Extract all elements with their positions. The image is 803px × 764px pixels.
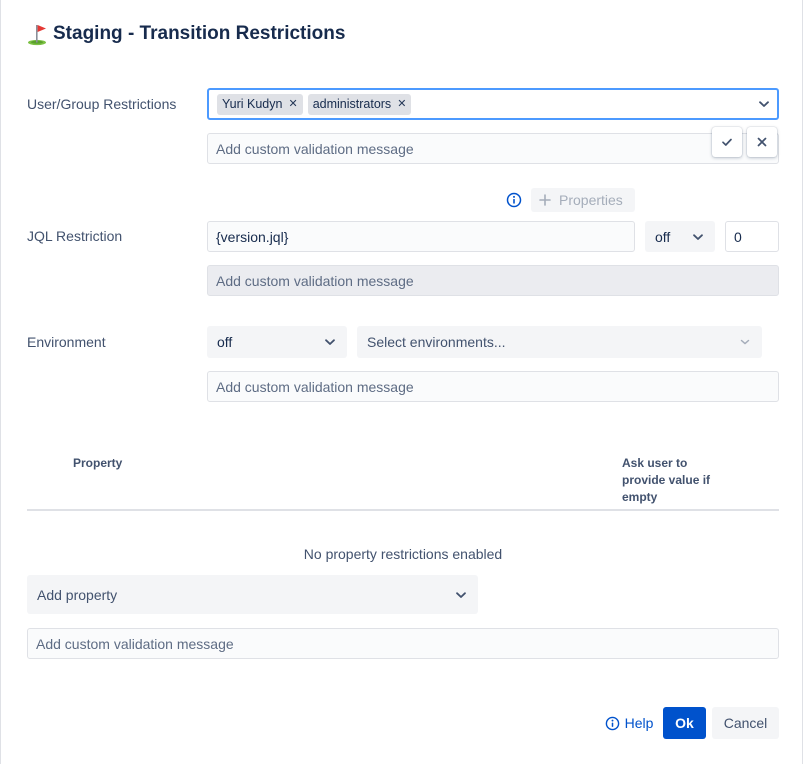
table-divider	[27, 509, 779, 511]
environment-label: Environment	[27, 334, 106, 350]
transition-restrictions-dialog: Staging - Transition Restrictions User/G…	[0, 0, 803, 764]
environment-mode-value: off	[217, 334, 233, 350]
chevron-down-icon	[454, 588, 468, 602]
info-icon[interactable]	[506, 192, 522, 208]
info-icon	[605, 716, 619, 730]
message-placeholder: Add custom validation message	[36, 635, 234, 652]
cancel-edit-button[interactable]	[747, 127, 777, 157]
user-chip: Yuri Kudyn ✕	[217, 93, 303, 115]
close-icon	[757, 137, 767, 147]
jql-value: {version.jql}	[216, 228, 289, 245]
jql-message-input[interactable]: Add custom validation message	[207, 265, 779, 296]
chevron-down-icon	[323, 335, 337, 349]
close-icon[interactable]: ✕	[288, 98, 297, 110]
user-group-multiselect[interactable]: Yuri Kudyn ✕ administrators ✕	[207, 88, 779, 120]
property-column-header: Property	[73, 456, 123, 470]
help-label: Help	[624, 715, 654, 731]
confirm-button[interactable]	[712, 127, 742, 157]
jql-input[interactable]: {version.jql}	[207, 221, 635, 252]
chevron-down-icon	[691, 230, 705, 244]
message-placeholder: Add custom validation message	[216, 140, 414, 157]
chevron-down-icon[interactable]	[757, 97, 771, 111]
jql-label: JQL Restriction	[27, 228, 123, 244]
chevron-down-icon	[738, 335, 752, 349]
chip-label: Yuri Kudyn	[222, 97, 283, 111]
chip-label: administrators	[312, 97, 392, 111]
environments-placeholder: Select environments...	[367, 334, 506, 350]
jql-count-input[interactable]: 0	[725, 221, 779, 252]
jql-mode-select[interactable]: off	[645, 221, 715, 252]
add-property-placeholder: Add property	[37, 586, 118, 603]
environments-select[interactable]: Select environments...	[357, 326, 762, 358]
dialog-title: Staging - Transition Restrictions	[53, 23, 346, 44]
message-placeholder: Add custom validation message	[216, 272, 414, 289]
user-group-message-input[interactable]: Add custom validation message	[207, 133, 779, 164]
golf-flag-icon	[27, 22, 49, 46]
close-icon[interactable]: ✕	[397, 98, 406, 110]
message-placeholder: Add custom validation message	[216, 378, 414, 395]
empty-properties-message: No property restrictions enabled	[303, 546, 503, 562]
group-chip: administrators ✕	[307, 93, 412, 115]
plus-icon	[539, 194, 551, 206]
properties-button-label: Properties	[559, 192, 623, 208]
cancel-button[interactable]: Cancel	[712, 707, 779, 739]
ask-user-column-header: Ask user to provide value if empty	[622, 456, 711, 504]
check-icon	[722, 138, 732, 146]
add-properties-button[interactable]: Properties	[531, 188, 635, 212]
dialog-header: Staging - Transition Restrictions	[27, 21, 345, 47]
ok-button[interactable]: Ok	[663, 707, 706, 739]
property-message-input[interactable]: Add custom validation message	[27, 628, 779, 659]
help-link[interactable]: Help	[599, 707, 659, 739]
user-group-label: User/Group Restrictions	[27, 96, 177, 112]
jql-count-value: 0	[734, 228, 742, 245]
add-property-select[interactable]: Add property	[27, 575, 478, 614]
jql-mode-value: off	[655, 228, 671, 245]
environment-message-input[interactable]: Add custom validation message	[207, 371, 779, 402]
environment-mode-select[interactable]: off	[207, 326, 347, 358]
